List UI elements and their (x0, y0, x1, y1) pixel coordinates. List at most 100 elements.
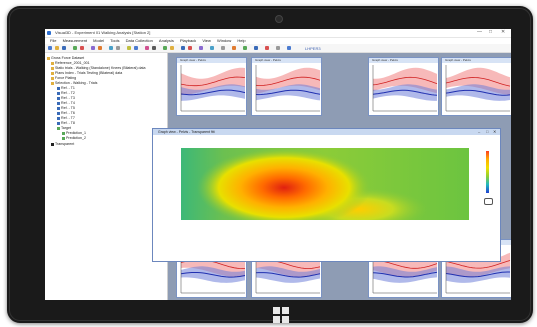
chart-icon[interactable] (127, 46, 131, 50)
tree-item[interactable]: Static trials - Walking (Standalone) Kne… (51, 66, 146, 70)
tree-item[interactable]: Transparent (51, 142, 74, 146)
tree-item[interactable]: Ref. - T5 (57, 106, 75, 110)
settings-icon[interactable] (152, 46, 156, 50)
heatmap-minimize-button[interactable]: – (478, 129, 480, 135)
colorbar (486, 151, 489, 193)
trial-icon (57, 111, 60, 115)
menu-model[interactable]: Model (93, 38, 104, 43)
menu-analysis[interactable]: Analysis (159, 38, 174, 43)
camera-lens (275, 15, 283, 23)
graph-window[interactable]: Graph view - Pelvis (251, 57, 322, 116)
heatmap-close-button[interactable]: ✕ (493, 129, 496, 135)
trial-icon (57, 91, 60, 95)
table-icon[interactable] (221, 46, 225, 50)
stop-icon[interactable] (98, 46, 102, 50)
colorbar-toggle-icon[interactable] (484, 198, 493, 205)
windows-logo-icon[interactable] (273, 307, 289, 323)
tree-item-label: Prediction_2 (66, 136, 86, 140)
tree-item-label: Prediction_1 (66, 131, 86, 135)
export-icon[interactable] (170, 46, 174, 50)
tree-item[interactable]: Ref. - T7 (57, 116, 75, 120)
grid-icon[interactable] (116, 46, 120, 50)
tree-item[interactable]: Reference_2001_001 (51, 61, 90, 65)
range-icon[interactable] (276, 46, 280, 50)
tree-item[interactable]: Target (57, 126, 71, 130)
arrow-icon[interactable] (265, 46, 269, 50)
tree-item[interactable]: Prediction_1 (62, 131, 86, 135)
marker-icon[interactable] (145, 46, 149, 50)
folder-icon (51, 81, 54, 85)
tree-item-label: Plans Index - Trials Testing (Bilateral)… (55, 71, 123, 75)
app-icon (47, 31, 51, 35)
tree-item-label: Gross Force Dataset (51, 56, 85, 60)
new-icon[interactable] (48, 46, 52, 50)
tree-item-label: Ref. - T6 (61, 111, 75, 115)
record-icon[interactable] (188, 46, 192, 50)
tree-item[interactable]: Ref. - T6 (57, 111, 75, 115)
graph-window[interactable]: Graph view - Pelvis (176, 57, 247, 116)
folder-icon (51, 76, 54, 80)
zoom-icon[interactable] (109, 46, 113, 50)
minimize-button[interactable]: — (477, 30, 482, 35)
folder-icon (51, 66, 54, 70)
tree-item[interactable]: Ref. - T4 (57, 101, 75, 105)
save-icon[interactable] (62, 46, 66, 50)
graph-window[interactable]: Graph view - Pelvis (441, 57, 511, 116)
title-bar: Visual3D - Experiment 01 Walking Analysi… (45, 29, 511, 38)
frame-icon[interactable] (254, 46, 258, 50)
pipeline-icon[interactable] (134, 46, 138, 50)
graph-plot (255, 65, 321, 112)
open-icon[interactable] (55, 46, 59, 50)
tree-item-label: Ref. - T1 (61, 86, 75, 90)
folder-icon (51, 61, 54, 65)
menu-playback[interactable]: Playback (180, 38, 196, 43)
filter-icon[interactable] (210, 46, 214, 50)
tree-item[interactable]: Force Plating (51, 76, 76, 80)
heatmap-maximize-button[interactable]: □ (486, 129, 488, 135)
curve-group (180, 65, 246, 112)
redo-icon[interactable] (80, 46, 84, 50)
tree-item[interactable]: Ref. - T2 (57, 91, 75, 95)
menu-data-collection[interactable]: Data Collection (126, 38, 153, 43)
menu-help[interactable]: Help (237, 38, 245, 43)
layout-icon[interactable] (287, 46, 291, 50)
model-icon[interactable] (181, 46, 185, 50)
tree-item[interactable]: Plans Index - Trials Testing (Bilateral)… (51, 71, 122, 75)
tree-item[interactable]: Ref. - T3 (57, 96, 75, 100)
trial-icon (57, 101, 60, 105)
tree-item-label: Ref. - T7 (61, 116, 75, 120)
menu-tools[interactable]: Tools (110, 38, 119, 43)
toolbar-field[interactable]: LHPER3 (305, 46, 321, 51)
tree-item[interactable]: Prediction_2 (62, 136, 86, 140)
menu-measurement[interactable]: Measurement (63, 38, 87, 43)
tree-item[interactable]: Selection - Walking - Trials (51, 81, 97, 85)
maximize-button[interactable]: □ (489, 30, 492, 35)
close-button[interactable]: ✕ (501, 30, 505, 35)
tree-item[interactable]: Ref. - T1 (57, 86, 75, 90)
folder-icon (51, 71, 54, 75)
event-icon[interactable] (243, 46, 247, 50)
trial-icon (57, 106, 60, 110)
link-icon[interactable] (199, 46, 203, 50)
report-icon[interactable] (163, 46, 167, 50)
transparent-icon (51, 142, 54, 146)
trial-icon (57, 121, 60, 125)
toolbar: LHPER3 (45, 44, 511, 53)
graph-window[interactable]: Graph view - Pelvis (368, 57, 439, 116)
trial-icon (57, 86, 60, 90)
heatmap-window-title: Graph view - Pelvis - Transparent fitt (153, 129, 500, 135)
tree-item-label: Reference_2001_001 (55, 61, 90, 65)
tree-item-label: Force Plating (55, 76, 77, 80)
menu-view[interactable]: View (202, 38, 211, 43)
play-icon[interactable] (91, 46, 95, 50)
signal-icon[interactable] (232, 46, 236, 50)
tree-item[interactable]: Gross Force Dataset (47, 56, 84, 60)
heatmap-window[interactable]: Graph view - Pelvis - Transparent fitt –… (152, 128, 501, 262)
heatmap-canvas (181, 148, 469, 220)
menu-window[interactable]: Window (217, 38, 231, 43)
window-title: Visual3D - Experiment 01 Walking Analysi… (55, 30, 151, 35)
heatmap-hot-region (181, 148, 469, 220)
undo-icon[interactable] (73, 46, 77, 50)
menu-file[interactable]: File (50, 38, 56, 43)
tree-item[interactable]: Ref. - T8 (57, 121, 75, 125)
